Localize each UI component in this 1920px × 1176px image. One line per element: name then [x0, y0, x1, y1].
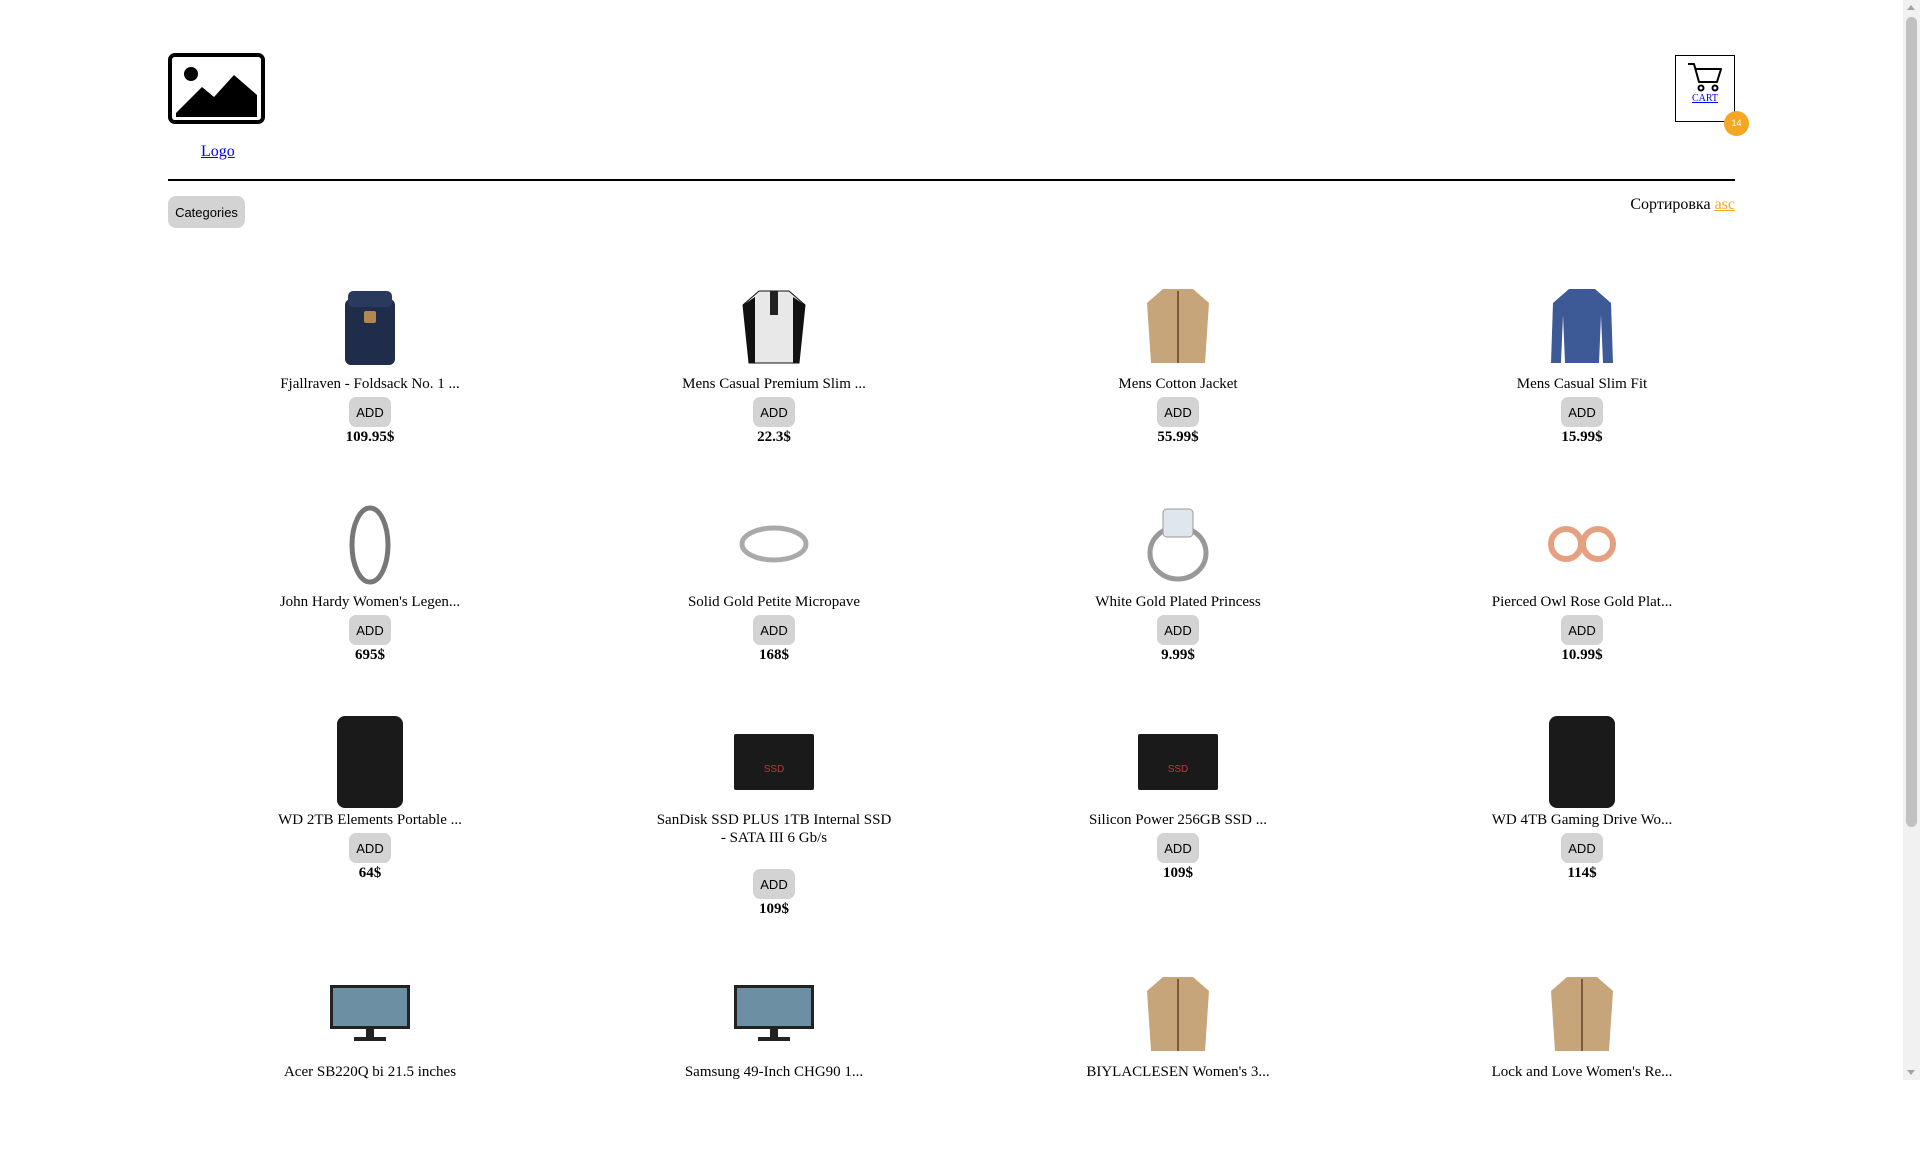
product-card: Samsung 49-Inch CHG90 1...	[572, 958, 976, 1176]
bracelet-image[interactable]	[330, 495, 410, 593]
cart-label[interactable]: CART	[1676, 93, 1734, 104]
jacket-image[interactable]	[1542, 965, 1622, 1063]
monitor-image[interactable]	[330, 965, 410, 1063]
product-title: Silicon Power 256GB SSD ...	[1089, 812, 1267, 828]
categories-button[interactable]: Categories	[168, 196, 245, 228]
backpack-image[interactable]	[330, 277, 410, 375]
ssd-image[interactable]: SSD	[1138, 713, 1218, 811]
product-title: BIYLACLESEN Women's 3...	[1086, 1064, 1270, 1080]
cart-button[interactable]: CART	[1675, 55, 1735, 122]
product-card: White Gold Plated Princess ADD 9.99$	[976, 488, 1380, 706]
product-card: Solid Gold Petite Micropave ADD 168$	[572, 488, 976, 706]
product-title: Mens Casual Slim Fit	[1516, 376, 1648, 392]
product-card: Mens Cotton Jacket ADD 55.99$	[976, 270, 1380, 488]
product-title: Acer SB220Q bi 21.5 inches	[283, 1064, 457, 1080]
add-to-cart-button[interactable]: ADD	[349, 615, 391, 645]
add-to-cart-button[interactable]: ADD	[753, 869, 795, 899]
logo-image-icon[interactable]	[168, 53, 265, 124]
product-title: Pierced Owl Rose Gold Plat...	[1491, 594, 1673, 610]
product-title: SanDisk SSD PLUS 1TB Internal SSD - SATA…	[656, 812, 892, 846]
product-card: John Hardy Women's Legen... ADD 695$	[168, 488, 572, 706]
product-price: 695$	[355, 647, 385, 663]
product-title: WD 2TB Elements Portable ...	[278, 812, 462, 828]
sort-control: Сортировка asc	[1560, 196, 1735, 214]
add-to-cart-button[interactable]: ADD	[1157, 833, 1199, 863]
product-card: WD 2TB Elements Portable ... ADD 64$	[168, 706, 572, 924]
ssd-image[interactable]: SSD	[734, 713, 814, 811]
jacket-image[interactable]	[1138, 965, 1218, 1063]
product-card: SSD SanDisk SSD PLUS 1TB Internal SSD - S…	[572, 706, 976, 958]
ring-image[interactable]	[1138, 495, 1218, 593]
product-title: Fjallraven - Foldsack No. 1 ...	[280, 376, 460, 392]
product-title: White Gold Plated Princess	[1095, 594, 1261, 610]
product-price: 55.99$	[1157, 429, 1199, 445]
product-card: Mens Casual Premium Slim ... ADD 22.3$	[572, 270, 976, 488]
svg-text:SSD: SSD	[1168, 764, 1189, 775]
product-title: Lock and Love Women's Re...	[1491, 1064, 1673, 1080]
product-card: Acer SB220Q bi 21.5 inches	[168, 958, 572, 1176]
product-price: 109$	[1163, 865, 1193, 881]
product-price: 10.99$	[1561, 647, 1603, 663]
svg-text:SSD: SSD	[764, 764, 785, 775]
product-title: Solid Gold Petite Micropave	[687, 594, 861, 610]
add-to-cart-button[interactable]: ADD	[1157, 615, 1199, 645]
scroll-up-icon[interactable]	[1907, 5, 1915, 10]
shirt-image[interactable]	[734, 277, 814, 375]
product-title: John Hardy Women's Legen...	[279, 594, 461, 610]
product-card: Mens Casual Slim Fit ADD 15.99$	[1380, 270, 1784, 488]
product-price: 109$	[759, 901, 789, 917]
product-card: WD 4TB Gaming Drive Wo... ADD 114$	[1380, 706, 1784, 924]
product-price: 9.99$	[1161, 647, 1195, 663]
jacket-image[interactable]	[1138, 277, 1218, 375]
product-title: WD 4TB Gaming Drive Wo...	[1491, 812, 1673, 828]
cart-icon	[1688, 63, 1722, 92]
product-price: 114$	[1567, 865, 1597, 881]
add-to-cart-button[interactable]: ADD	[1157, 397, 1199, 427]
sort-label: Сортировка	[1630, 196, 1711, 213]
site-header: Logo CART	[168, 52, 1735, 181]
product-title: Mens Cotton Jacket	[1118, 376, 1238, 392]
longsleeve-image[interactable]	[1542, 277, 1622, 375]
ring-band-image[interactable]	[734, 495, 814, 593]
product-card: SSD Silicon Power 256GB SSD ... ADD 109$	[976, 706, 1380, 924]
monitor-image[interactable]	[734, 965, 814, 1063]
product-card: BIYLACLESEN Women's 3...	[976, 958, 1380, 1176]
product-price: 64$	[358, 865, 382, 881]
cart-count-badge: 14	[1724, 111, 1749, 136]
sort-order-link[interactable]: asc	[1715, 196, 1735, 213]
add-to-cart-button[interactable]: ADD	[349, 397, 391, 427]
logo-link[interactable]: Logo	[201, 143, 235, 161]
product-price: 15.99$	[1561, 429, 1603, 445]
add-to-cart-button[interactable]: ADD	[349, 833, 391, 863]
product-card: Fjallraven - Foldsack No. 1 ... ADD 109.95…	[168, 270, 572, 488]
product-price: 22.3$	[757, 429, 791, 445]
product-card: Pierced Owl Rose Gold Plat... ADD 10.99$	[1380, 488, 1784, 706]
add-to-cart-button[interactable]: ADD	[753, 397, 795, 427]
product-price: 168$	[759, 647, 789, 663]
scroll-down-icon[interactable]	[1907, 1070, 1915, 1075]
hdd-image[interactable]	[330, 713, 410, 811]
add-to-cart-button[interactable]: ADD	[1561, 397, 1603, 427]
product-card: Lock and Love Women's Re...	[1380, 958, 1784, 1176]
product-grid: Fjallraven - Foldsack No. 1 ... ADD 109.95…	[168, 270, 1784, 1176]
add-to-cart-button[interactable]: ADD	[1561, 833, 1603, 863]
add-to-cart-button[interactable]: ADD	[1561, 615, 1603, 645]
product-price: 109.95$	[345, 429, 395, 445]
hdd-image[interactable]	[1542, 713, 1622, 811]
earrings-image[interactable]	[1542, 495, 1622, 593]
product-title: Mens Casual Premium Slim ...	[682, 376, 866, 392]
page-scrollbar[interactable]	[1903, 0, 1920, 1080]
scroll-thumb[interactable]	[1906, 17, 1917, 827]
add-to-cart-button[interactable]: ADD	[753, 615, 795, 645]
product-title: Samsung 49-Inch CHG90 1...	[684, 1064, 864, 1080]
